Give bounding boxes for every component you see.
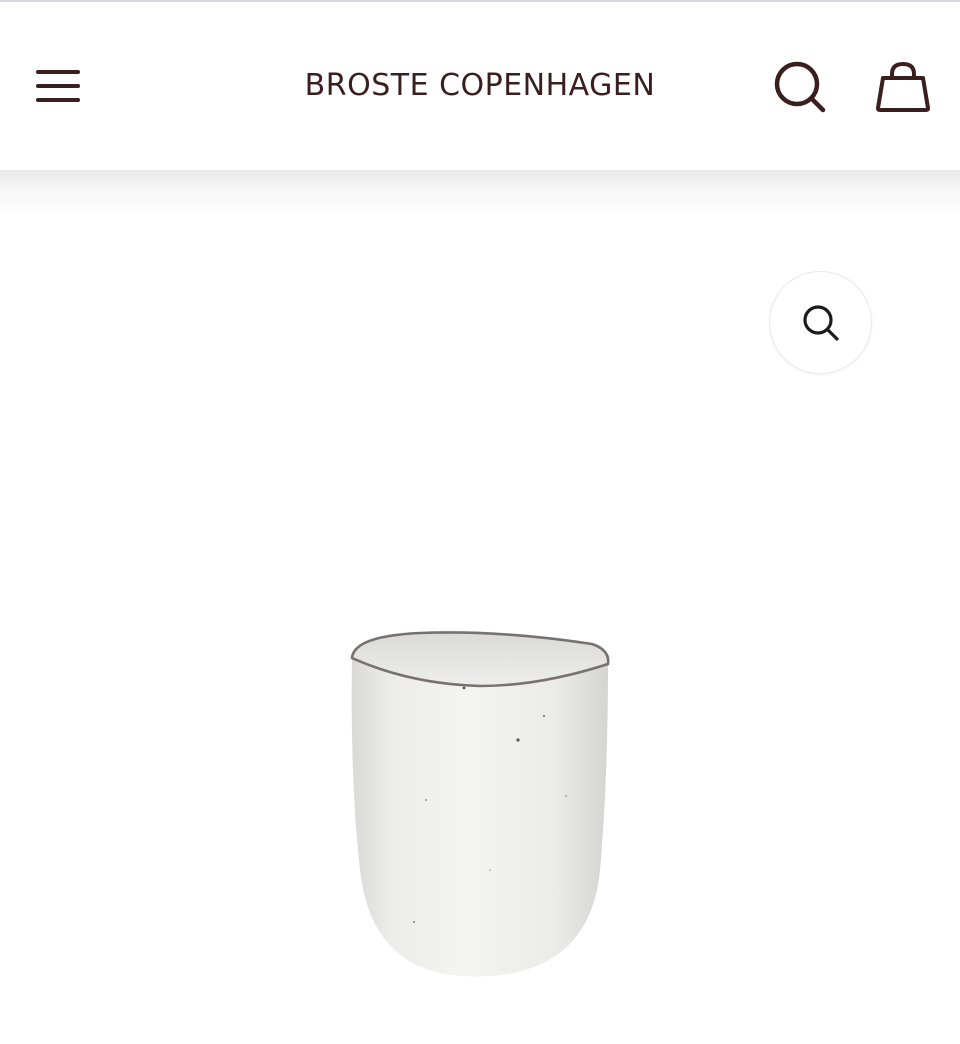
zoom-button[interactable] — [769, 271, 872, 374]
shopping-bag-icon — [876, 61, 930, 112]
search-button[interactable] — [770, 58, 830, 118]
cart-button[interactable] — [870, 58, 936, 118]
site-header: BROSTE COPENHAGEN — [0, 2, 960, 170]
brand-logo[interactable]: BROSTE COPENHAGEN — [240, 66, 720, 106]
search-icon — [774, 61, 826, 113]
product-image[interactable] — [330, 620, 630, 990]
header-shadow — [0, 170, 960, 216]
magnifier-zoom-icon — [802, 304, 839, 341]
menu-button[interactable] — [34, 66, 82, 106]
